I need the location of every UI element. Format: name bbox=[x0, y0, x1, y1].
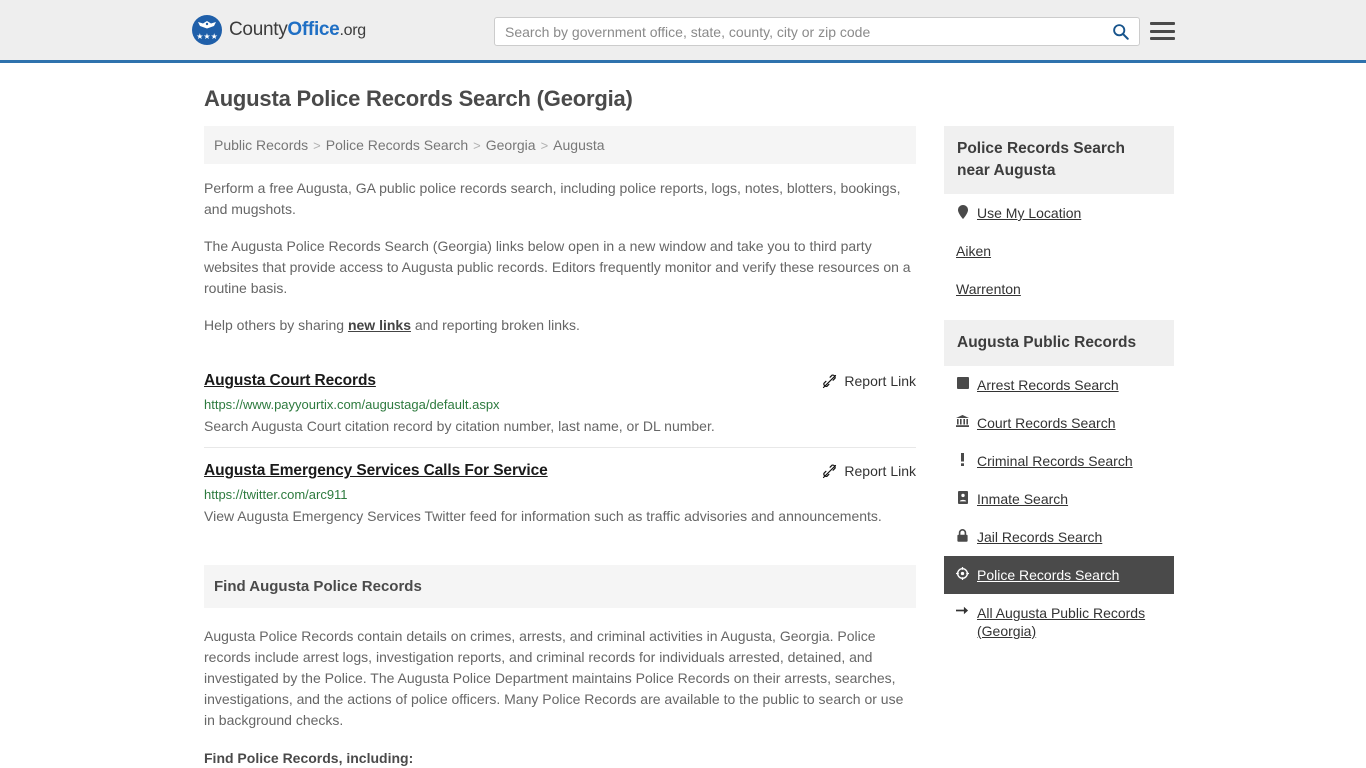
sidebar-item-court-records-search[interactable]: Court Records Search bbox=[944, 404, 1174, 442]
hamburger-bar-1 bbox=[1150, 22, 1175, 25]
breadcrumb-item-augusta[interactable]: Augusta bbox=[553, 137, 604, 153]
sidebar-near-list: Use My Location Aiken Warrenton bbox=[944, 194, 1174, 308]
eagle-seal-icon: ★★★ bbox=[192, 15, 222, 45]
unlink-icon bbox=[823, 374, 837, 388]
breadcrumb: Public Records > Police Records Search > Geo… bbox=[204, 126, 916, 164]
sidebar: Police Records Search near Augusta Use M… bbox=[944, 126, 1174, 768]
sidebar-item-police-records-search[interactable]: Police Records Search bbox=[944, 556, 1174, 594]
id-card-icon bbox=[956, 490, 969, 504]
map-pin-icon bbox=[956, 204, 969, 219]
result-header: Augusta Court Records Report Link bbox=[204, 372, 916, 390]
report-link-label: Report Link bbox=[844, 463, 916, 479]
sidebar-item-all-augusta-public-records[interactable]: All Augusta Public Records (Georgia) bbox=[944, 594, 1174, 650]
help-prefix: Help others by sharing bbox=[204, 317, 348, 333]
sidebar-item-label: All Augusta Public Records (Georgia) bbox=[977, 605, 1146, 639]
report-link-button[interactable]: Report Link bbox=[822, 462, 916, 479]
unlink-icon bbox=[823, 464, 837, 478]
logo-wordmark: CountyOffice.org bbox=[229, 19, 366, 41]
sidebar-item-label: Jail Records Search bbox=[977, 529, 1103, 545]
section-subheading: Find Police Records, including: bbox=[204, 750, 414, 766]
breadcrumb-separator: > bbox=[473, 138, 481, 153]
result-description: View Augusta Emergency Services Twitter … bbox=[204, 508, 882, 524]
result-title-link[interactable]: Augusta Court Records bbox=[204, 372, 376, 390]
intro-paragraph-1: Perform a free Augusta, GA public police… bbox=[204, 180, 901, 217]
courthouse-icon bbox=[956, 414, 969, 427]
sidebar-item-label: Inmate Search bbox=[977, 491, 1069, 507]
result-header: Augusta Emergency Services Calls For Ser… bbox=[204, 462, 916, 480]
breadcrumb-item-public-records[interactable]: Public Records bbox=[214, 137, 308, 153]
search-icon bbox=[1112, 24, 1129, 40]
sidebar-item-label: Arrest Records Search bbox=[977, 377, 1119, 393]
breadcrumb-separator: > bbox=[540, 138, 549, 153]
police-badge-icon bbox=[956, 566, 969, 580]
main-column: Public Records > Police Records Search > Geo… bbox=[204, 126, 916, 768]
sidebar-item-arrest-records-search[interactable]: Arrest Records Search bbox=[944, 366, 1174, 404]
help-suffix: and reporting broken links. bbox=[411, 317, 580, 333]
result-url: https://www.payyourtix.com/augustaga/def… bbox=[204, 397, 500, 412]
new-links-link[interactable]: new links bbox=[348, 317, 411, 333]
lock-icon bbox=[956, 528, 969, 542]
sidebar-item-label: Criminal Records Search bbox=[977, 453, 1133, 469]
seal-stars: ★★★ bbox=[196, 32, 218, 41]
sidebar-item-warrenton[interactable]: Warrenton bbox=[944, 270, 1174, 308]
hamburger-bar-2 bbox=[1150, 29, 1175, 33]
logo-text-office: Office bbox=[287, 19, 340, 40]
section-body: Augusta Police Records contain details o… bbox=[204, 628, 904, 728]
sidebar-item-criminal-records-search[interactable]: Criminal Records Search bbox=[944, 442, 1174, 480]
content-columns: Public Records > Police Records Search > Geo… bbox=[204, 126, 1174, 768]
sidebar-item-label: Use My Location bbox=[977, 205, 1082, 221]
sidebar-heading-public: Augusta Public Records bbox=[944, 320, 1174, 366]
sidebar-public-list: Arrest Records Search Court Records Sear… bbox=[944, 366, 1174, 650]
result-url: https://twitter.com/arc911 bbox=[204, 487, 348, 502]
breadcrumb-separator: > bbox=[313, 138, 321, 153]
sidebar-item-label: Warrenton bbox=[956, 281, 1021, 297]
eagle-glyph bbox=[198, 21, 216, 29]
hamburger-bar-3 bbox=[1150, 37, 1175, 40]
help-paragraph: Help others by sharing new links and rep… bbox=[204, 315, 916, 336]
section-heading: Find Augusta Police Records bbox=[204, 565, 916, 608]
sidebar-item-jail-records-search[interactable]: Jail Records Search bbox=[944, 518, 1174, 556]
report-link-button[interactable]: Report Link bbox=[822, 372, 916, 389]
hamburger-menu-icon[interactable] bbox=[1150, 20, 1175, 42]
site-logo[interactable]: ★★★ CountyOffice.org bbox=[192, 15, 366, 45]
breadcrumb-item-georgia[interactable]: Georgia bbox=[486, 137, 536, 153]
result-item: Augusta Court Records Report Link https:… bbox=[204, 358, 916, 437]
site-header: ★★★ CountyOffice.org bbox=[0, 0, 1366, 63]
report-link-label: Report Link bbox=[844, 373, 916, 389]
sidebar-item-label: Court Records Search bbox=[977, 415, 1116, 431]
exclamation-icon bbox=[956, 452, 969, 466]
search-input[interactable] bbox=[495, 18, 1101, 45]
sidebar-item-use-my-location[interactable]: Use My Location bbox=[944, 194, 1174, 232]
result-title-link[interactable]: Augusta Emergency Services Calls For Ser… bbox=[204, 462, 548, 480]
search-button[interactable] bbox=[1101, 18, 1139, 45]
logo-text-county: County bbox=[229, 19, 288, 40]
search-bar[interactable] bbox=[494, 17, 1140, 46]
arrow-right-icon bbox=[956, 604, 969, 616]
result-description: Search Augusta Court citation record by … bbox=[204, 418, 715, 434]
sidebar-item-label: Police Records Search bbox=[977, 567, 1120, 583]
fingerprint-card-icon bbox=[956, 376, 969, 389]
sidebar-heading-near: Police Records Search near Augusta bbox=[944, 126, 1174, 194]
page-title: Augusta Police Records Search (Georgia) bbox=[204, 86, 633, 111]
sidebar-item-label: Aiken bbox=[956, 243, 992, 259]
logo-text-org: .org bbox=[339, 22, 366, 39]
sidebar-item-aiken[interactable]: Aiken bbox=[944, 232, 1174, 270]
result-item: Augusta Emergency Services Calls For Ser… bbox=[204, 447, 916, 527]
breadcrumb-item-police-records-search[interactable]: Police Records Search bbox=[326, 137, 468, 153]
intro-paragraph-2: The Augusta Police Records Search (Georg… bbox=[204, 238, 911, 296]
page-container: Augusta Police Records Search (Georgia) … bbox=[0, 86, 1366, 768]
sidebar-item-inmate-search[interactable]: Inmate Search bbox=[944, 480, 1174, 518]
